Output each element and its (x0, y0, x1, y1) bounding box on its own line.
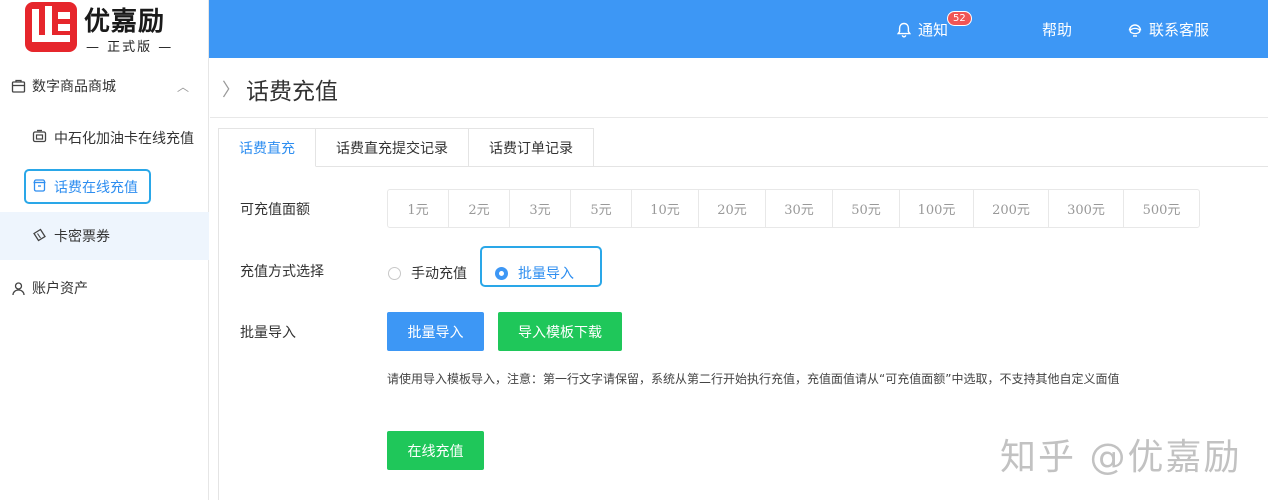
amount-label: 可充值面额 (240, 202, 310, 218)
radio-manual-recharge[interactable]: 手动充值 (388, 263, 467, 283)
help-label: 帮助 (1042, 21, 1073, 39)
amount-option[interactable]: 1元 (388, 190, 449, 227)
batch-import-label: 批量导入 (240, 325, 296, 341)
radio-circle-icon (388, 266, 401, 280)
amount-option[interactable]: 200元 (974, 190, 1049, 227)
headset-icon (1128, 23, 1142, 37)
ticket-icon (33, 228, 46, 242)
highlight-frame (480, 246, 602, 287)
amount-option[interactable]: 50元 (833, 190, 900, 227)
user-icon (12, 281, 25, 295)
chevron-right-icon[interactable]: 〉 (222, 76, 240, 102)
template-download-button[interactable]: 导入模板下载 (498, 312, 622, 351)
method-label: 充值方式选择 (240, 264, 324, 280)
tab-submission-records[interactable]: 话费直充提交记录 (316, 128, 469, 167)
brand-name: 优嘉励 (84, 7, 166, 37)
amount-option[interactable]: 20元 (699, 190, 766, 227)
online-recharge-button[interactable]: 在线充值 (387, 431, 484, 470)
highlight-frame (24, 169, 151, 204)
amount-option[interactable]: 10元 (632, 190, 699, 227)
bell-icon (896, 22, 912, 37)
amount-option[interactable]: 100元 (900, 190, 974, 227)
notification-count-badge: 52 (947, 11, 972, 26)
store-icon (11, 79, 26, 93)
tab-direct-recharge[interactable]: 话费直充 (218, 128, 316, 167)
brand-logo-icon (25, 2, 77, 52)
customer-service-link[interactable]: 联系客服 (1127, 19, 1209, 40)
amount-option[interactable]: 30元 (766, 190, 833, 227)
sidebar-item-label: 中石化加油卡在线充值 (54, 131, 194, 147)
amount-option[interactable]: 3元 (510, 190, 571, 227)
chevron-up-icon: ︿ (176, 79, 189, 94)
watermark: 知乎 @优嘉励 (1000, 437, 1242, 478)
radio-label: 手动充值 (411, 266, 467, 282)
help-link[interactable]: 帮助 (1042, 19, 1072, 40)
amount-option[interactable]: 500元 (1124, 190, 1199, 227)
page-title: 话费充值 (246, 79, 338, 105)
notification-label: 通知 (918, 21, 949, 39)
brand-edition: — 正式版 — (86, 40, 174, 55)
import-hint-text: 请使用导入模板导入，注意：第一行文字请保留，系统从第二行开始执行充值，充值面值请… (387, 372, 1120, 386)
sidebar: 数字商品商城 ︿ 中石化加油卡在线充值 话费在线充值 卡密票券 账户资产 (0, 58, 209, 500)
sidebar-item-ticket[interactable]: 卡密票券 (0, 212, 209, 260)
amount-option[interactable]: 5元 (571, 190, 632, 227)
amount-options: 1元 2元 3元 5元 10元 20元 30元 50元 100元 200元 30… (387, 189, 1200, 228)
amount-option[interactable]: 300元 (1049, 190, 1124, 227)
tab-bar: 话费直充 话费直充提交记录 话费订单记录 (218, 128, 594, 167)
notification-link[interactable]: 通知 52 (896, 11, 972, 40)
tab-order-records[interactable]: 话费订单记录 (469, 128, 594, 167)
fuel-card-icon (32, 129, 47, 143)
page-header: 〉 话费充值 (210, 58, 1268, 118)
sidebar-group-label: 账户资产 (32, 281, 88, 297)
customer-service-label: 联系客服 (1149, 21, 1210, 39)
sidebar-group-account-assets[interactable]: 账户资产 (0, 264, 209, 312)
sidebar-item-fuel-card[interactable]: 中石化加油卡在线充值 (0, 114, 209, 162)
logo-area[interactable]: 优嘉励 — 正式版 — (0, 0, 209, 58)
sidebar-group-digital-mall[interactable]: 数字商品商城 ︿ (0, 62, 209, 110)
amount-option[interactable]: 2元 (449, 190, 510, 227)
batch-import-button[interactable]: 批量导入 (387, 312, 484, 351)
sidebar-item-label: 卡密票券 (54, 229, 110, 245)
sidebar-group-label: 数字商品商城 (32, 79, 116, 95)
